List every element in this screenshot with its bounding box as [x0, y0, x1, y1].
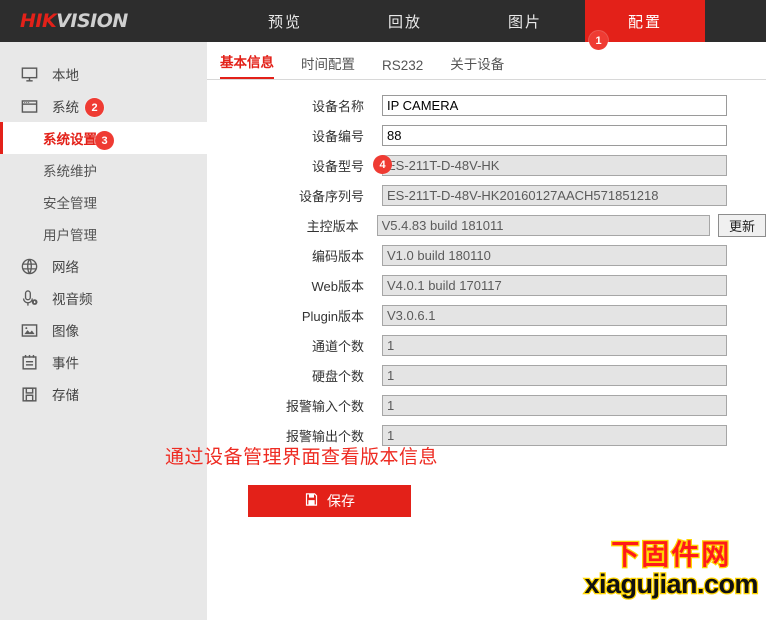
update-button[interactable]: 更新 [718, 213, 766, 237]
input-serial-number [382, 184, 727, 206]
form-row-alarm-input-count: 报警输入个数 [207, 394, 766, 416]
sidebar-label-system: 系统 [52, 100, 79, 115]
sidebar-label-system-settings: 系统设置 [43, 132, 97, 147]
input-device-model [382, 154, 727, 176]
tab-rs232[interactable]: RS232 [382, 58, 423, 79]
device-info-form: 设备名称 设备编号 设备型号 设备序列号 主控版本 更新 编码版 [207, 80, 766, 446]
sidebar-label-local: 本地 [52, 68, 79, 83]
sidebar-label-storage: 存储 [52, 388, 79, 403]
sidebar-subitem-security-management[interactable]: 安全管理 [0, 186, 207, 218]
content-tabs: 基本信息 时间配置 RS232 关于设备 [207, 48, 766, 80]
label-device-number: 设备编号 [311, 128, 364, 144]
sidebar-item-local[interactable]: 本地 [0, 58, 207, 90]
annotation-badge-3: 3 [95, 131, 114, 150]
annotation-badge-1: 1 [589, 31, 608, 50]
form-row-channel-count: 通道个数 [207, 334, 766, 356]
label-plugin-version: Plugin版本 [301, 308, 364, 324]
annotation-badge-4: 4 [373, 155, 392, 174]
label-serial-number: 设备序列号 [298, 188, 364, 204]
label-disk-count: 硬盘个数 [311, 368, 364, 384]
annotation-badge-2: 2 [85, 98, 104, 117]
label-encoding-version: 编码版本 [311, 248, 364, 264]
app-window: HIK VISION 预览 回放 图片 配置 1 本地 系统 系统设置 系统维护… [0, 0, 766, 620]
form-row-device-model: 设备型号 [207, 154, 766, 176]
sidebar-item-event[interactable]: 事件 [0, 346, 207, 378]
input-channel-count [382, 334, 727, 356]
sidebar-item-image[interactable]: 图像 [0, 314, 207, 346]
top-navigation: 预览 回放 图片 配置 [225, 0, 705, 42]
form-row-disk-count: 硬盘个数 [207, 364, 766, 386]
event-icon [18, 351, 40, 373]
tab-about-device[interactable]: 关于设备 [450, 53, 504, 79]
label-channel-count: 通道个数 [311, 338, 364, 354]
form-row-plugin-version: Plugin版本 [207, 304, 766, 326]
main-content-panel: 基本信息 时间配置 RS232 关于设备 设备名称 设备编号 设备型号 设备序列… [207, 42, 766, 620]
tab-basic-info[interactable]: 基本信息 [220, 51, 274, 79]
topnav-playback[interactable]: 回放 [345, 0, 465, 42]
sidebar-label-security-management: 安全管理 [43, 196, 97, 211]
input-encoding-version [382, 244, 727, 266]
input-disk-count [382, 364, 727, 386]
label-alarm-input-count: 报警输入个数 [285, 398, 364, 414]
save-disk-icon [304, 492, 319, 510]
logo-red-text: HIK [20, 10, 57, 32]
top-header-bar: HIK VISION 预览 回放 图片 配置 [0, 0, 766, 42]
watermark-chinese: 下固件网 [610, 538, 732, 571]
sidebar-label-user-management: 用户管理 [43, 228, 97, 243]
label-device-model: 设备型号 [311, 158, 364, 174]
sidebar-item-audio-video[interactable]: 视音频 [0, 282, 207, 314]
audio-video-icon [18, 287, 40, 309]
sidebar-label-event: 事件 [52, 356, 79, 371]
sidebar-subitem-user-management[interactable]: 用户管理 [0, 218, 207, 250]
tab-time-config[interactable]: 时间配置 [301, 53, 355, 79]
sidebar-label-network: 网络 [52, 260, 79, 275]
form-row-encoding-version: 编码版本 [207, 244, 766, 266]
sidebar-label-image: 图像 [52, 324, 79, 339]
input-device-name[interactable] [382, 94, 727, 116]
logo-gray-text: VISION [56, 10, 128, 32]
annotation-text: 通过设备管理界面查看版本信息 [165, 447, 439, 468]
sidebar-navigation: 本地 系统 系统设置 系统维护 安全管理 用户管理 网络 视音频 图像 事件 存… [0, 42, 207, 620]
window-icon [18, 95, 40, 117]
input-firmware-version [376, 214, 710, 236]
label-firmware-version: 主控版本 [306, 218, 359, 234]
sidebar-item-storage[interactable]: 存储 [0, 378, 207, 410]
sidebar-label-system-maintenance: 系统维护 [43, 164, 97, 179]
label-device-name: 设备名称 [311, 98, 364, 114]
form-row-firmware-version: 主控版本 更新 [207, 213, 766, 237]
hikvision-logo: HIK VISION [0, 0, 200, 42]
form-row-device-number: 设备编号 [207, 124, 766, 146]
form-row-web-version: Web版本 [207, 274, 766, 296]
image-icon [18, 319, 40, 341]
save-button[interactable]: 保存 [248, 485, 411, 517]
watermark: 下固件网 xiagujian.com [583, 538, 760, 599]
label-web-version: Web版本 [311, 278, 365, 294]
topnav-preview[interactable]: 预览 [225, 0, 345, 42]
sidebar-item-network[interactable]: 网络 [0, 250, 207, 282]
sidebar-label-audio-video: 视音频 [52, 292, 93, 307]
monitor-icon [18, 63, 40, 85]
form-row-device-name: 设备名称 [207, 94, 766, 116]
storage-icon [18, 383, 40, 405]
globe-icon [18, 255, 40, 277]
sidebar-subitem-system-maintenance[interactable]: 系统维护 [0, 154, 207, 186]
save-button-label: 保存 [327, 493, 355, 509]
topnav-picture[interactable]: 图片 [465, 0, 585, 42]
input-plugin-version [382, 304, 727, 326]
input-web-version [382, 274, 727, 296]
watermark-url: xiagujian.com [583, 569, 760, 599]
input-device-number[interactable] [382, 124, 727, 146]
form-row-serial-number: 设备序列号 [207, 184, 766, 206]
input-alarm-input-count [382, 394, 727, 416]
